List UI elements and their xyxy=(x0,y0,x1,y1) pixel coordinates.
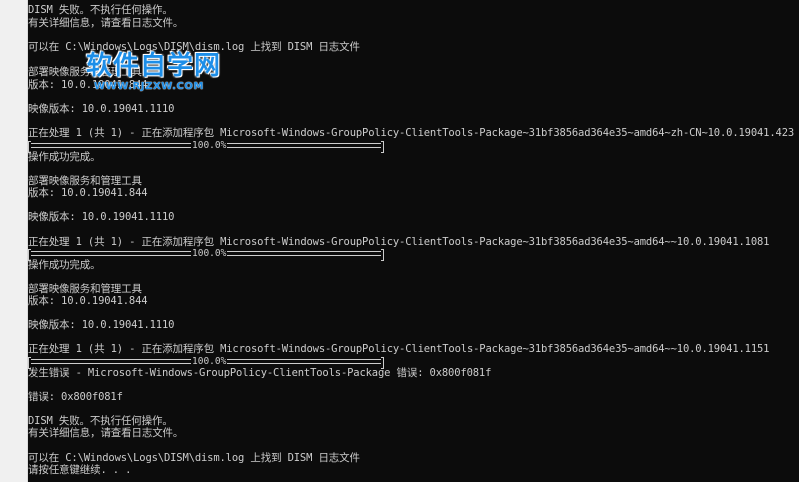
watermark-title: 软件自学网 xyxy=(86,51,222,81)
console-line: DISM 失败。不执行任何操作。 xyxy=(28,4,173,16)
console-line: 正在处理 1 (共 1) - 正在添加程序包 Microsoft-Windows… xyxy=(28,343,770,355)
console-line: 版本: 10.0.19041.844 xyxy=(28,295,148,307)
console-line: 正在处理 1 (共 1) - 正在添加程序包 Microsoft-Windows… xyxy=(28,236,770,248)
progress-percent: 100.0% xyxy=(191,248,228,259)
window-left-edge xyxy=(0,0,28,482)
console-line: 有关详细信息，请查看日志文件。 xyxy=(28,427,184,439)
console-line: 操作成功完成。 xyxy=(28,151,101,163)
console-line: 操作成功完成。 xyxy=(28,259,101,271)
console-line: 有关详细信息，请查看日志文件。 xyxy=(28,17,184,29)
site-watermark: 软件自学网 WWW.RJZXW.COM xyxy=(86,50,232,96)
command-prompt-window: DISM 失败。不执行任何操作。 有关详细信息，请查看日志文件。 可以在 C:\… xyxy=(0,0,799,482)
console-prompt-line: 请按任意键继续. . . xyxy=(28,464,132,476)
progress-percent: 100.0% xyxy=(191,140,228,151)
console-line: 版本: 10.0.19041.844 xyxy=(28,187,148,199)
console-line: 正在处理 1 (共 1) - 正在添加程序包 Microsoft-Windows… xyxy=(28,127,795,139)
progress-bar: 100.0% xyxy=(28,356,384,369)
console-line: 映像版本: 10.0.19041.1110 xyxy=(28,319,175,331)
progress-percent: 100.0% xyxy=(191,356,228,367)
progress-bar: 100.0% xyxy=(28,248,384,261)
error-code-line: 错误: 0x800f081f xyxy=(28,391,123,403)
error-line: 发生错误 - Microsoft-Windows-GroupPolicy-Cli… xyxy=(28,367,492,379)
console-line: 映像版本: 10.0.19041.1110 xyxy=(28,211,175,223)
progress-bar: 100.0% xyxy=(28,140,384,153)
console-line: 映像版本: 10.0.19041.1110 xyxy=(28,103,175,115)
watermark-url: WWW.RJZXW.COM xyxy=(94,81,205,92)
